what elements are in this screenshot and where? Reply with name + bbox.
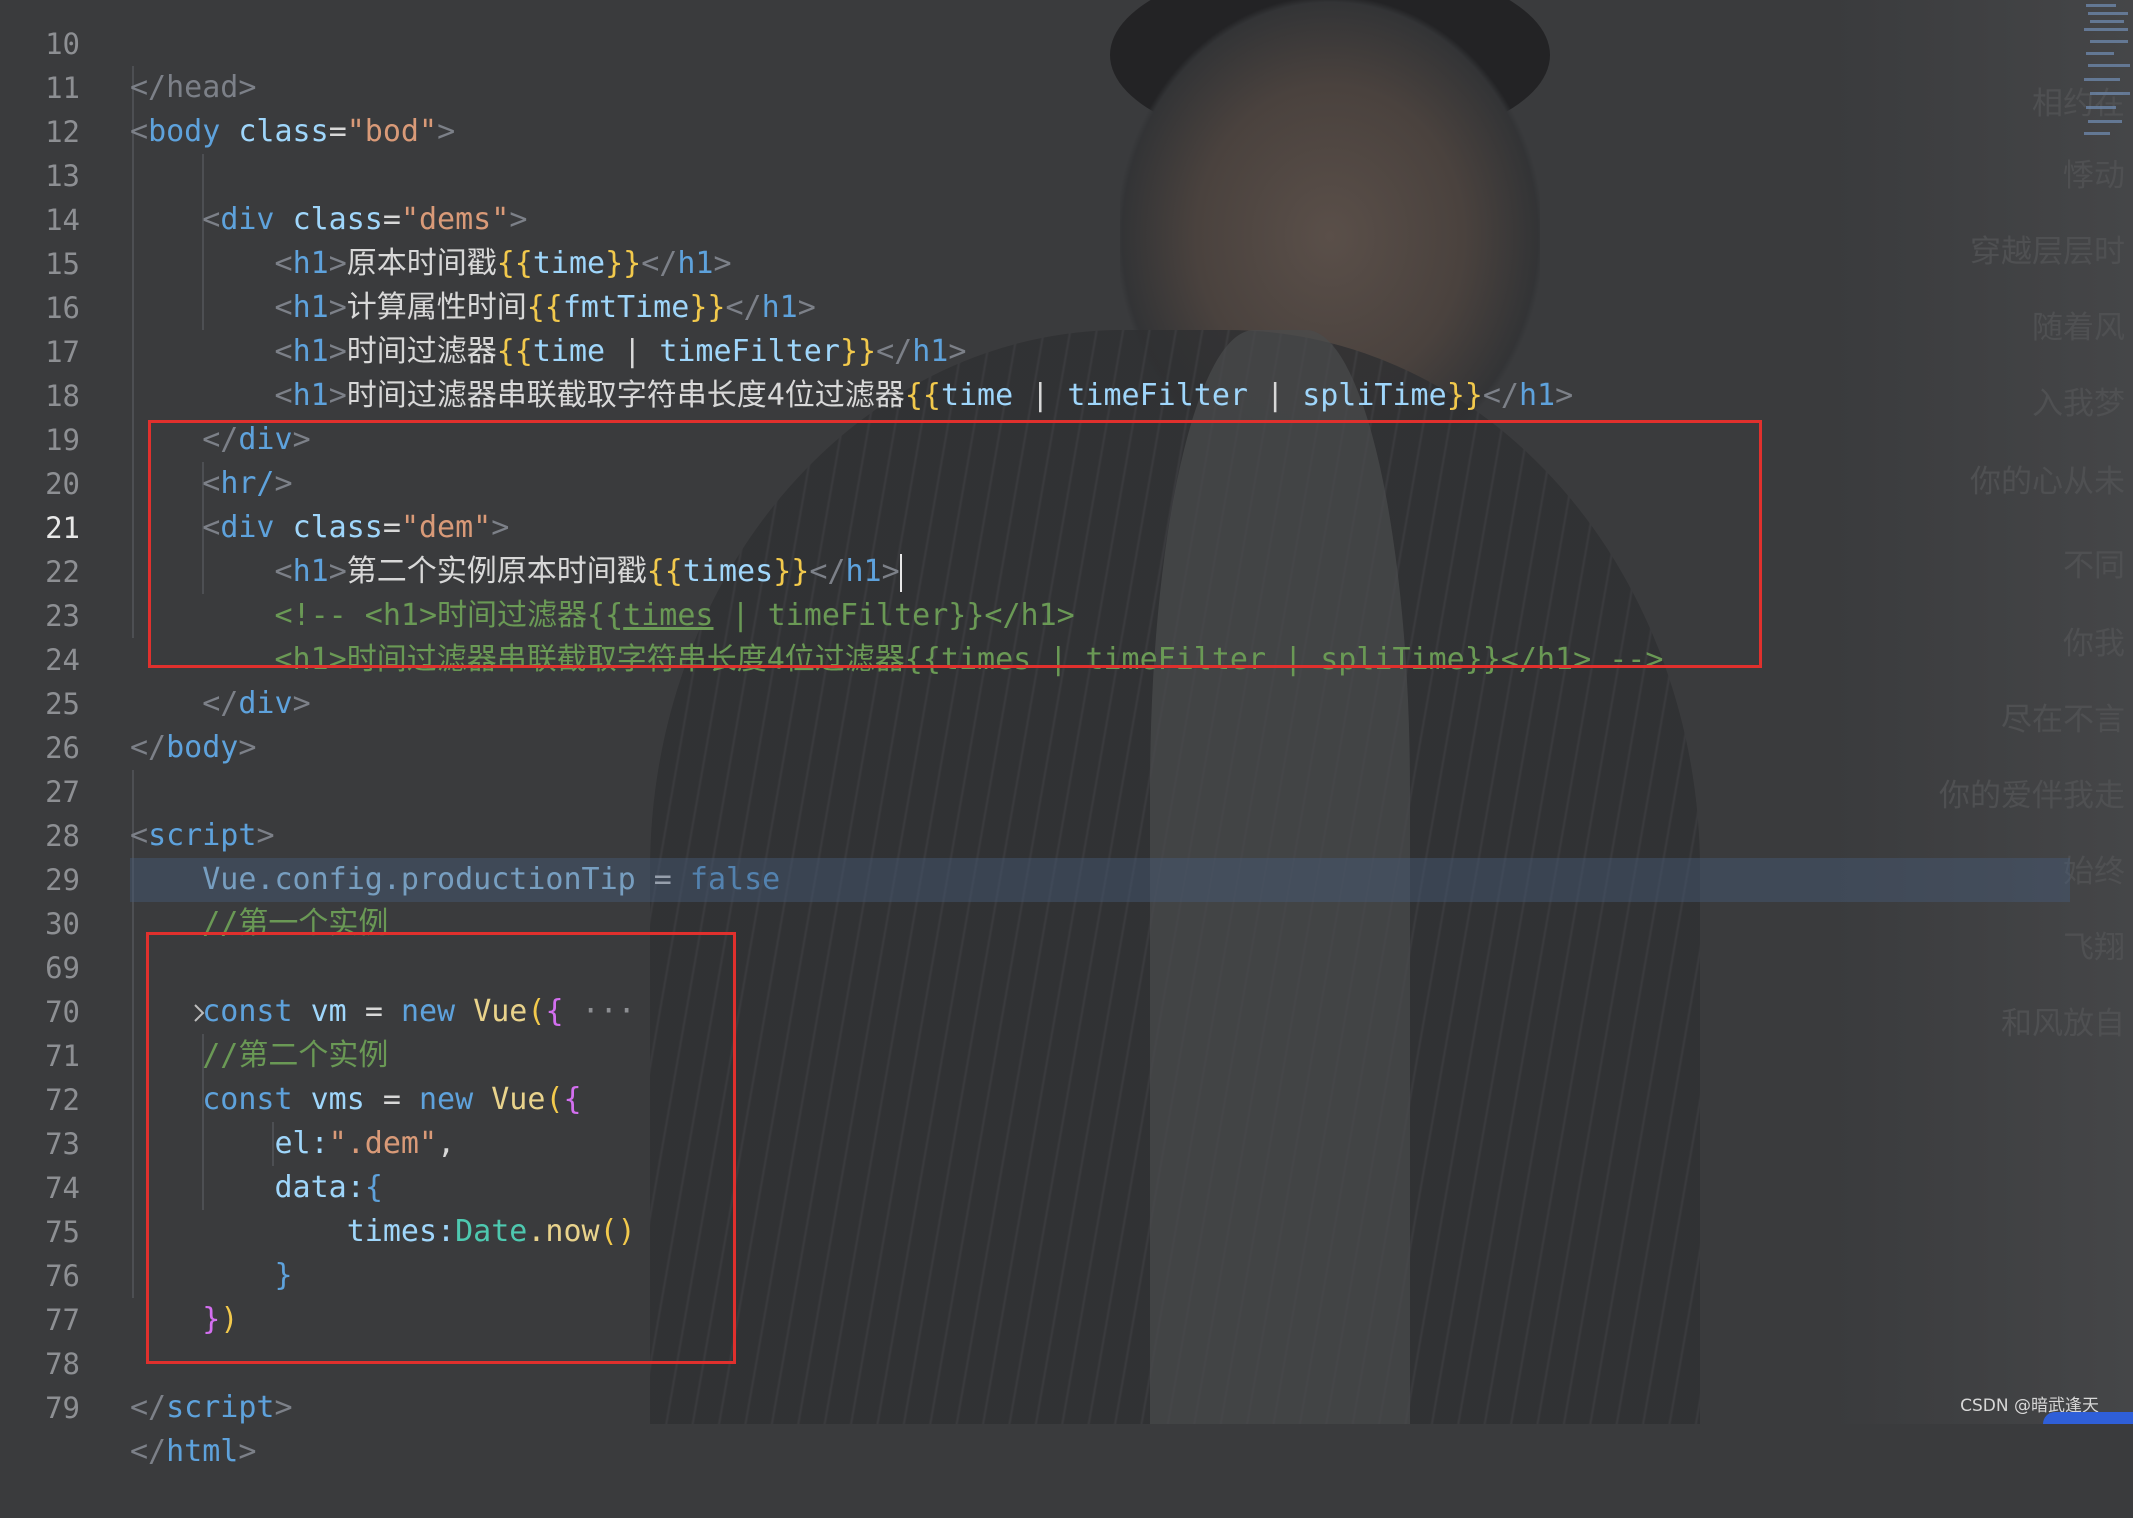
code-editor[interactable]: 10 </head> 11 <body class="bod"> 12 13 <… [0, 0, 2133, 1469]
line-number: 79 [45, 1391, 80, 1425]
code-line[interactable]: 19 <hr/> [0, 374, 2133, 501]
code-line[interactable]: 27 <script> [0, 726, 2133, 853]
code-line-folded[interactable]: 30 const vm = new Vue({ ··· [0, 858, 2133, 1029]
code-line[interactable]: 14 <h1>原本时间戳{{time}}</h1> [0, 154, 2133, 281]
code-line[interactable]: 28 Vue.config.productionTip = false [0, 770, 2133, 897]
code-line[interactable]: 10 </head> [0, 0, 2133, 105]
code-line[interactable]: 29 //第一个实例 [0, 814, 2133, 941]
code-line[interactable]: 18 </div> [0, 330, 2133, 457]
code-token: vm [310, 994, 347, 1029]
code-token: const [202, 994, 293, 1029]
code-token: script [166, 1390, 275, 1425]
folded-code-ellipsis[interactable]: ··· [582, 994, 636, 1029]
code-line[interactable]: 15 <h1>计算属性时间{{fmtTime}}</h1> [0, 198, 2133, 325]
code-line[interactable]: 13 <div class="dems"> [0, 110, 2133, 237]
code-token: = [364, 994, 383, 1029]
code-line[interactable]: 12 [0, 66, 2133, 149]
highlight-box-html [148, 420, 1762, 668]
code-line[interactable]: 16 <h1>时间过滤器{{time | timeFilter}}</h1> [0, 242, 2133, 369]
code-line[interactable]: 26 [0, 682, 2133, 765]
code-token: html [166, 1434, 239, 1469]
code-token: new [400, 994, 456, 1029]
code-line[interactable]: 17 <h1>时间过滤器串联截取字符串长度4位过滤器{{time | timeF… [0, 286, 2133, 413]
code-line[interactable]: 11 <body class="bod"> [0, 22, 2133, 149]
code-token: Vue [473, 994, 528, 1029]
corner-badge [2043, 1412, 2133, 1424]
